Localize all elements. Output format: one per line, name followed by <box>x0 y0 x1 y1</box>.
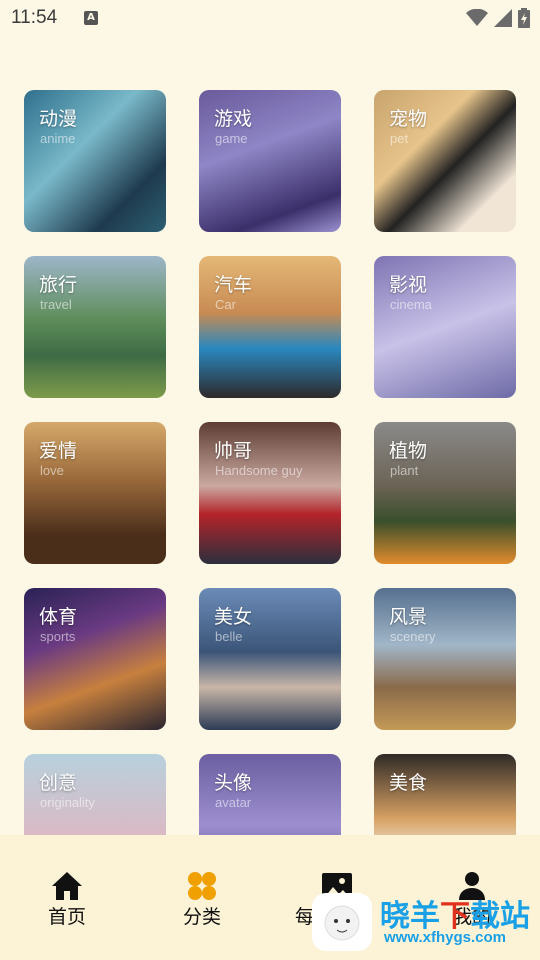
wifi-icon <box>466 9 488 26</box>
category-subtitle: originality <box>40 795 95 810</box>
status-time: 11:54 <box>11 7 58 28</box>
signal-icon <box>494 9 512 27</box>
notification-icon: A <box>84 11 98 25</box>
category-subtitle: belle <box>215 629 243 644</box>
category-title: 植物 <box>389 440 428 462</box>
category-card-travel[interactable]: 旅行 travel <box>24 256 166 398</box>
category-title: 汽车 <box>214 274 253 296</box>
category-card-handsome-guy[interactable]: 帅哥 Handsome guy <box>199 422 341 564</box>
category-title: 动漫 <box>39 108 78 130</box>
category-card-originality[interactable]: 创意 originality <box>24 754 166 835</box>
watermark-logo <box>312 893 372 951</box>
category-card-anime[interactable]: 动漫 anime <box>24 90 166 232</box>
category-title: 美女 <box>214 606 253 628</box>
nav-home[interactable]: 首页 <box>17 867 117 929</box>
category-card-pet[interactable]: 宠物 pet <box>374 90 516 232</box>
category-subtitle: avatar <box>215 795 252 810</box>
category-card-love[interactable]: 爱情 love <box>24 422 166 564</box>
category-subtitle: anime <box>40 131 76 146</box>
category-title: 宠物 <box>389 108 428 130</box>
category-title: 体育 <box>39 606 78 628</box>
nav-home-label: 首页 <box>47 906 86 928</box>
category-subtitle: love <box>40 463 64 478</box>
sheep-icon <box>324 905 360 941</box>
category-title: 影视 <box>389 274 428 296</box>
watermark: 晓羊下载站 www.xfhygs.com <box>312 885 540 955</box>
category-subtitle: scenery <box>390 629 436 644</box>
watermark-url: www.xfhygs.com <box>384 929 506 946</box>
category-card-scenery[interactable]: 风景 scenery <box>374 588 516 730</box>
category-title: 风景 <box>389 606 428 628</box>
category-title: 帅哥 <box>214 440 253 462</box>
category-subtitle: cinema <box>390 297 432 312</box>
category-subtitle: Car <box>215 297 236 312</box>
status-bar: 11:54 A <box>0 0 540 36</box>
category-title: 游戏 <box>214 108 253 130</box>
home-icon <box>52 872 82 900</box>
category-grid-icon <box>188 872 216 900</box>
category-card-plant[interactable]: 植物 plant <box>374 422 516 564</box>
category-subtitle: travel <box>40 297 72 312</box>
category-card-car[interactable]: 汽车 Car <box>199 256 341 398</box>
category-subtitle: pet <box>390 131 409 146</box>
system-icons <box>466 8 530 28</box>
category-subtitle: sports <box>40 629 76 644</box>
battery-icon <box>518 8 530 28</box>
category-subtitle: game <box>215 131 248 146</box>
category-card-food[interactable]: 美食 <box>374 754 516 835</box>
nav-category[interactable]: 分类 <box>152 867 252 929</box>
category-title: 美食 <box>389 772 428 794</box>
category-card-avatar[interactable]: 头像 avatar <box>199 754 341 835</box>
category-card-cinema[interactable]: 影视 cinema <box>374 256 516 398</box>
category-title: 头像 <box>214 772 253 794</box>
category-subtitle: Handsome guy <box>215 463 303 478</box>
category-title: 创意 <box>39 772 78 794</box>
category-subtitle: plant <box>390 463 419 478</box>
category-card-belle[interactable]: 美女 belle <box>199 588 341 730</box>
nav-category-label: 分类 <box>182 906 221 928</box>
category-card-game[interactable]: 游戏 game <box>199 90 341 232</box>
category-title: 爱情 <box>39 440 78 462</box>
category-grid: 动漫 anime 游戏 game 宠物 pet 旅行 travel 汽车 Car… <box>0 90 540 835</box>
category-card-sports[interactable]: 体育 sports <box>24 588 166 730</box>
category-title: 旅行 <box>39 274 78 296</box>
